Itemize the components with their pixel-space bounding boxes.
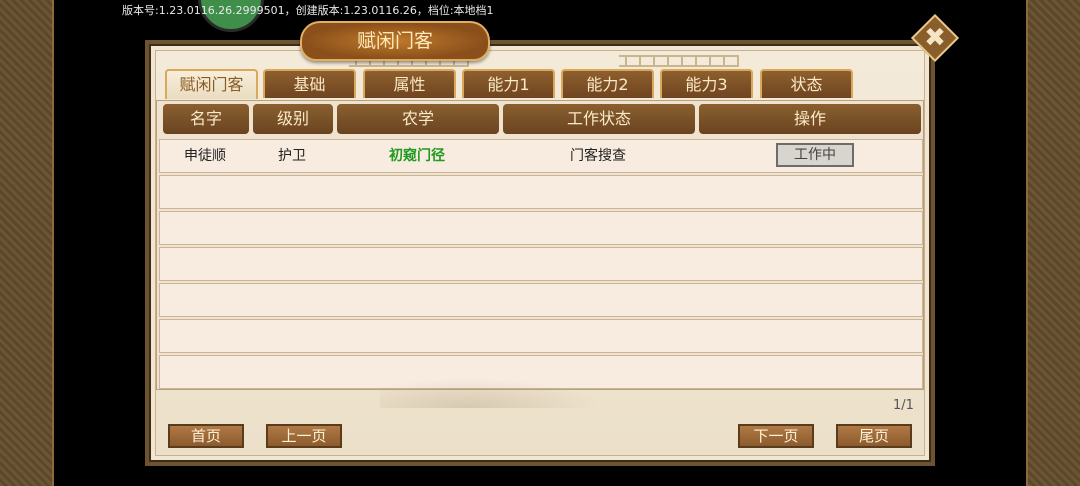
last-page-button[interactable]: 尾页 — [836, 424, 912, 448]
version-text: 版本号:1.23.0116.26.2999501，创建版本:1.23.0116.… — [122, 4, 494, 17]
header-level: 级别 — [253, 104, 333, 134]
header-agronomy: 农学 — [337, 104, 499, 134]
header-name: 名字 — [163, 104, 249, 134]
decorative-landscape — [380, 378, 600, 408]
working-button[interactable]: 工作中 — [776, 143, 854, 167]
cell-work-status: 门客搜查 — [570, 148, 626, 164]
tab-ability-1[interactable]: 能力1 — [462, 69, 555, 98]
decorative-fret-right — [619, 55, 739, 67]
prev-page-button[interactable]: 上一页 — [266, 424, 342, 448]
tab-ability-2[interactable]: 能力2 — [561, 69, 654, 98]
close-button[interactable]: ✖ — [910, 13, 960, 63]
tab-attributes[interactable]: 属性 — [363, 69, 456, 98]
table-row-empty — [159, 319, 923, 353]
tab-basic[interactable]: 基础 — [263, 69, 356, 98]
close-icon: ✖ — [924, 23, 946, 53]
table-row[interactable]: 申徒顺 护卫 初窥门径 门客搜查 工作中 — [159, 139, 923, 173]
tab-ability-3[interactable]: 能力3 — [660, 69, 753, 98]
header-work-status: 工作状态 — [503, 104, 695, 134]
table-row-empty — [159, 175, 923, 209]
next-page-button[interactable]: 下一页 — [738, 424, 814, 448]
table-row-empty — [159, 211, 923, 245]
cell-name: 申徒顺 — [184, 148, 226, 164]
retainer-table: 名字 级别 农学 工作状态 操作 申徒顺 护卫 初窥门径 门客搜查 工作中 — [156, 100, 924, 390]
dialog-title: 赋闲门客 — [300, 21, 490, 61]
table-row-empty — [159, 247, 923, 281]
tab-status[interactable]: 状态 — [760, 69, 853, 98]
right-side-panel — [1026, 0, 1080, 486]
table-row-empty — [159, 283, 923, 317]
cell-agronomy: 初窥门径 — [389, 148, 445, 164]
first-page-button[interactable]: 首页 — [168, 424, 244, 448]
header-action: 操作 — [699, 104, 921, 134]
tab-idle-retainers[interactable]: 赋闲门客 — [165, 69, 258, 99]
page-indicator: 1/1 — [893, 398, 914, 413]
cell-level: 护卫 — [278, 148, 306, 164]
left-side-panel — [0, 0, 54, 486]
